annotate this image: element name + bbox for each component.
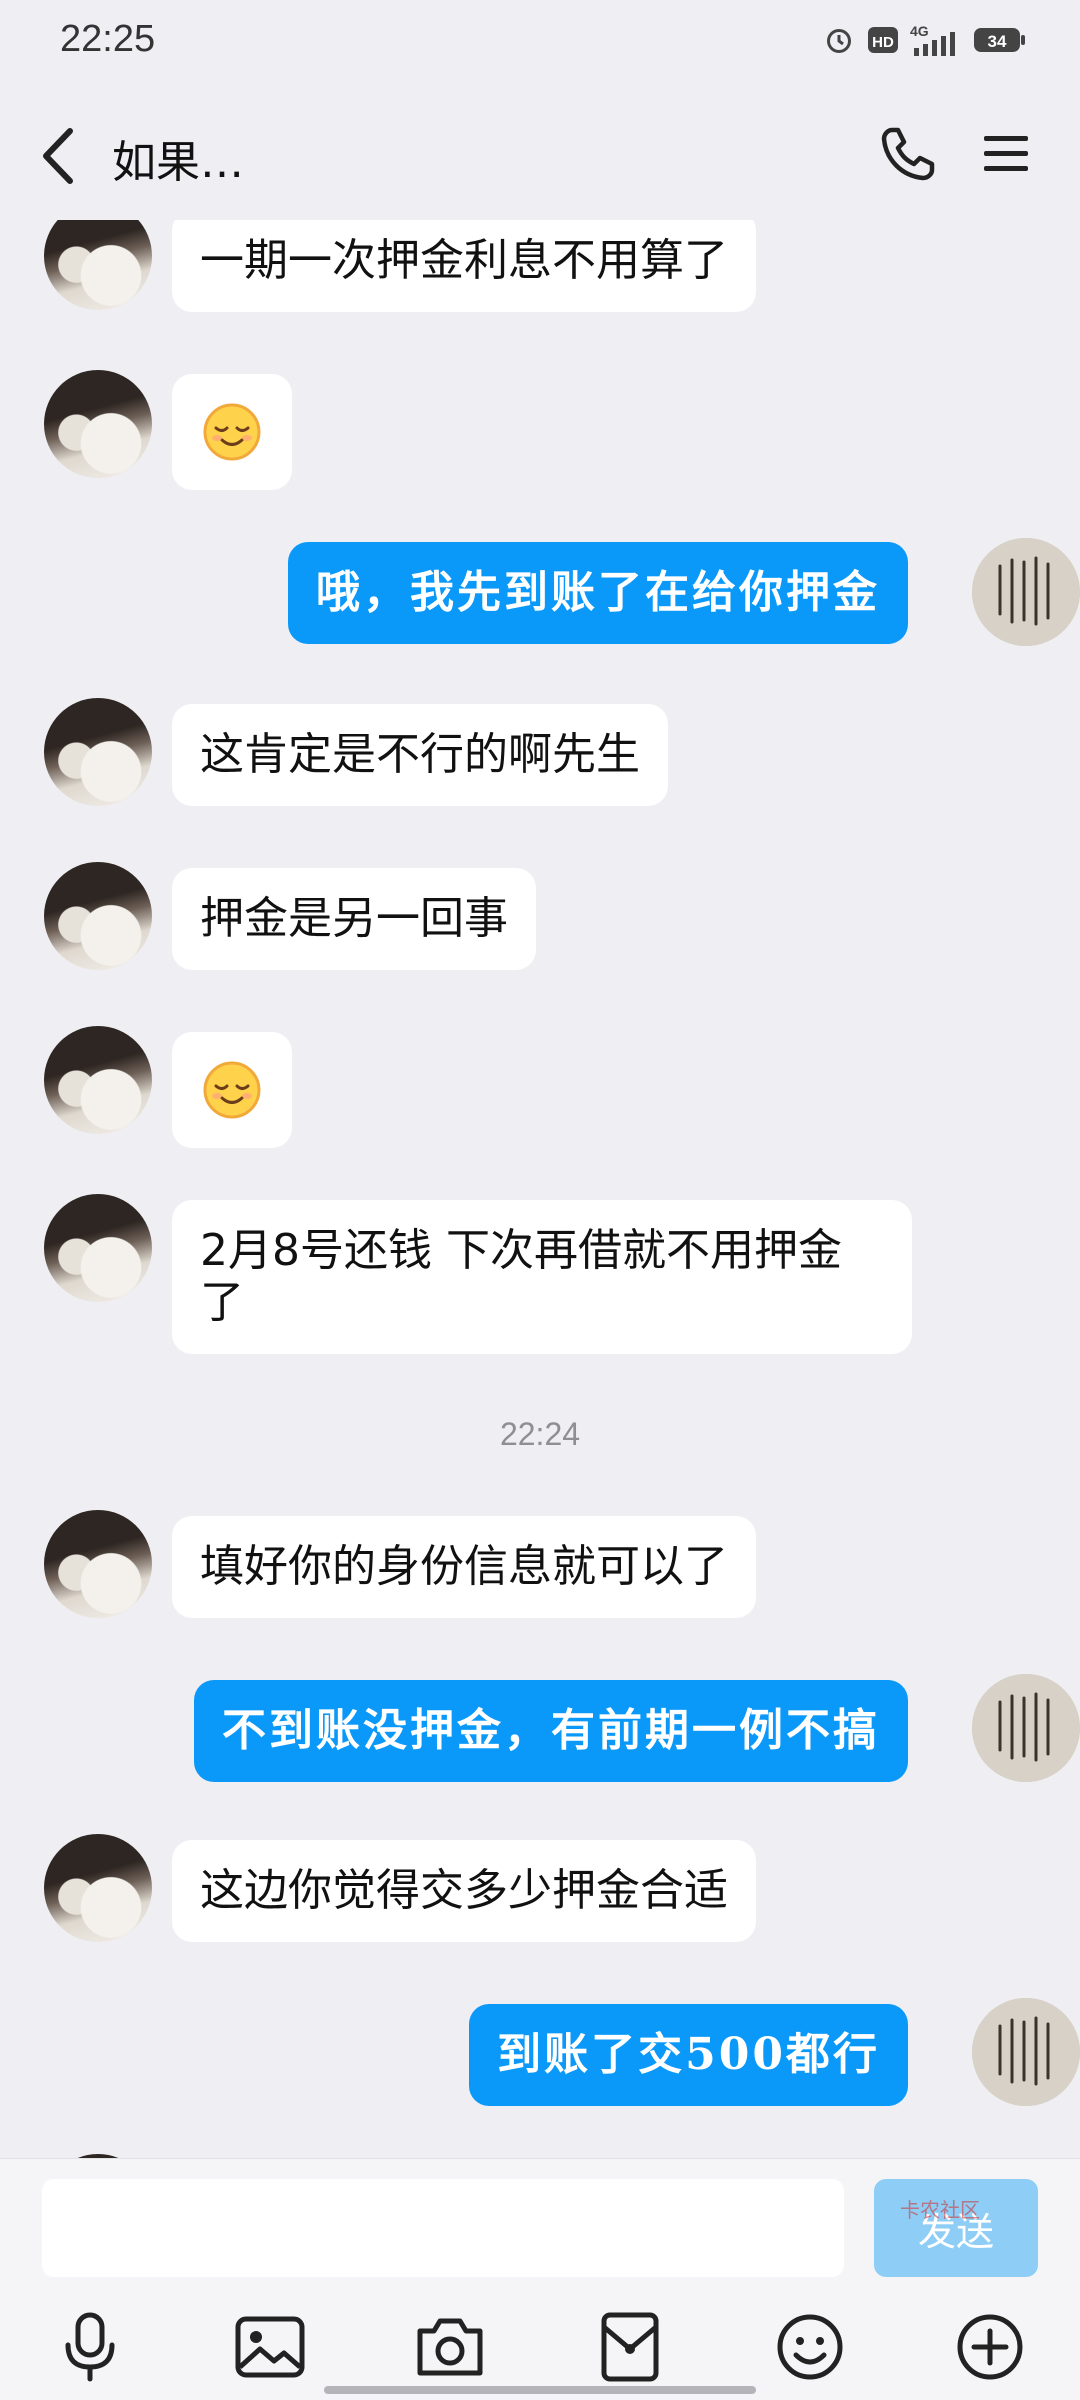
home-indicator[interactable] <box>324 2386 756 2394</box>
message-text-line: 了 <box>200 1277 244 1328</box>
more-button[interactable] <box>952 2309 1028 2385</box>
contact-avatar[interactable] <box>44 1194 152 1302</box>
back-icon[interactable] <box>36 125 82 187</box>
incoming-message[interactable] <box>172 1032 292 1148</box>
incoming-message[interactable] <box>172 374 292 490</box>
my-avatar[interactable] <box>972 1998 1080 2106</box>
contact-avatar[interactable] <box>44 862 152 970</box>
calligraphy-avatar-image <box>972 538 1080 646</box>
alarm-icon <box>827 29 851 53</box>
network-type: 4G <box>910 23 929 39</box>
plus-circle-icon <box>957 2314 1023 2380</box>
incoming-message[interactable]: 一期一次押金利息不用算了 <box>172 220 756 312</box>
message-text: 填好你的身份信息就可以了 <box>200 1541 728 1592</box>
status-time: 22:25 <box>60 18 156 60</box>
red-packet-button[interactable] <box>592 2309 668 2385</box>
phone-icon[interactable] <box>878 124 938 184</box>
incoming-message[interactable]: 押金是另一回事 <box>172 868 536 970</box>
toolbar <box>0 2309 1080 2389</box>
message-text: 到账了交500都行 <box>497 2029 880 2080</box>
my-avatar[interactable] <box>972 1674 1080 1782</box>
image-icon <box>235 2316 305 2378</box>
incoming-message[interactable]: 填好你的身份信息就可以了 <box>172 1516 756 1618</box>
message-text: 一期一次押金利息不用算了 <box>200 235 728 286</box>
outgoing-message[interactable]: 到账了交500都行 <box>469 2004 908 2106</box>
calligraphy-avatar-image <box>972 1998 1080 2106</box>
chat-title: 如果… <box>112 137 244 188</box>
voice-button[interactable] <box>52 2309 128 2385</box>
red-packet-icon <box>601 2312 659 2382</box>
smiley-icon <box>777 2314 843 2380</box>
message-list[interactable]: 一期一次押金利息不用算了 哦，我先到账了在给你押金 这肯定是不行的啊先生 押金是… <box>0 220 1080 2158</box>
camera-icon <box>417 2318 483 2376</box>
image-button[interactable] <box>232 2309 308 2385</box>
time-divider: 22:24 <box>499 1416 581 1452</box>
message-text: 这边你觉得交多少押金合适 <box>200 1865 728 1916</box>
watermark: 卡农社区 <box>900 2198 980 2222</box>
contact-avatar[interactable] <box>44 1510 152 1618</box>
contact-avatar[interactable] <box>44 698 152 806</box>
microphone-icon <box>65 2312 115 2382</box>
hd-icon: HD <box>868 27 898 53</box>
battery-icon: 34 <box>974 28 1025 52</box>
my-avatar[interactable] <box>972 538 1080 646</box>
outgoing-message[interactable]: 哦，我先到账了在给你押金 <box>288 542 908 644</box>
smiling-face-icon <box>203 403 261 461</box>
message-text-line: 2月8号还钱 下次再借就不用押金 <box>200 1225 842 1276</box>
svg-text:HD: HD <box>872 34 894 51</box>
contact-avatar[interactable] <box>44 1026 152 1134</box>
status-icons: HD 4G 34 <box>822 22 1028 58</box>
camera-button[interactable] <box>412 2309 488 2385</box>
signal-icon: 4G <box>910 23 955 56</box>
contact-avatar[interactable] <box>44 370 152 478</box>
menu-icon[interactable] <box>980 128 1032 180</box>
message-text: 哦，我先到账了在给你押金 <box>316 567 880 618</box>
smiling-face-icon <box>203 1061 261 1119</box>
incoming-message[interactable]: 这边你觉得交多少押金合适 <box>172 1840 756 1942</box>
message-text: 这肯定是不行的啊先生 <box>200 729 640 780</box>
chat-header: 如果… <box>0 80 1080 220</box>
contact-avatar[interactable] <box>44 220 152 310</box>
battery-level: 34 <box>988 32 1007 51</box>
message-text: 押金是另一回事 <box>200 893 508 944</box>
outgoing-message[interactable]: 不到账没押金，有前期一例不搞 <box>194 1680 908 1782</box>
message-input[interactable] <box>42 2179 844 2277</box>
calligraphy-avatar-image <box>972 1674 1080 1782</box>
incoming-message[interactable]: 2月8号还钱 下次再借就不用押金 了 <box>172 1200 912 1354</box>
message-text: 不到账没押金，有前期一例不搞 <box>222 1705 880 1756</box>
status-bar: 22:25 HD 4G 34 <box>0 0 1080 80</box>
incoming-message[interactable]: 这肯定是不行的啊先生 <box>172 704 668 806</box>
contact-avatar[interactable] <box>44 1834 152 1942</box>
emoji-button[interactable] <box>772 2309 848 2385</box>
